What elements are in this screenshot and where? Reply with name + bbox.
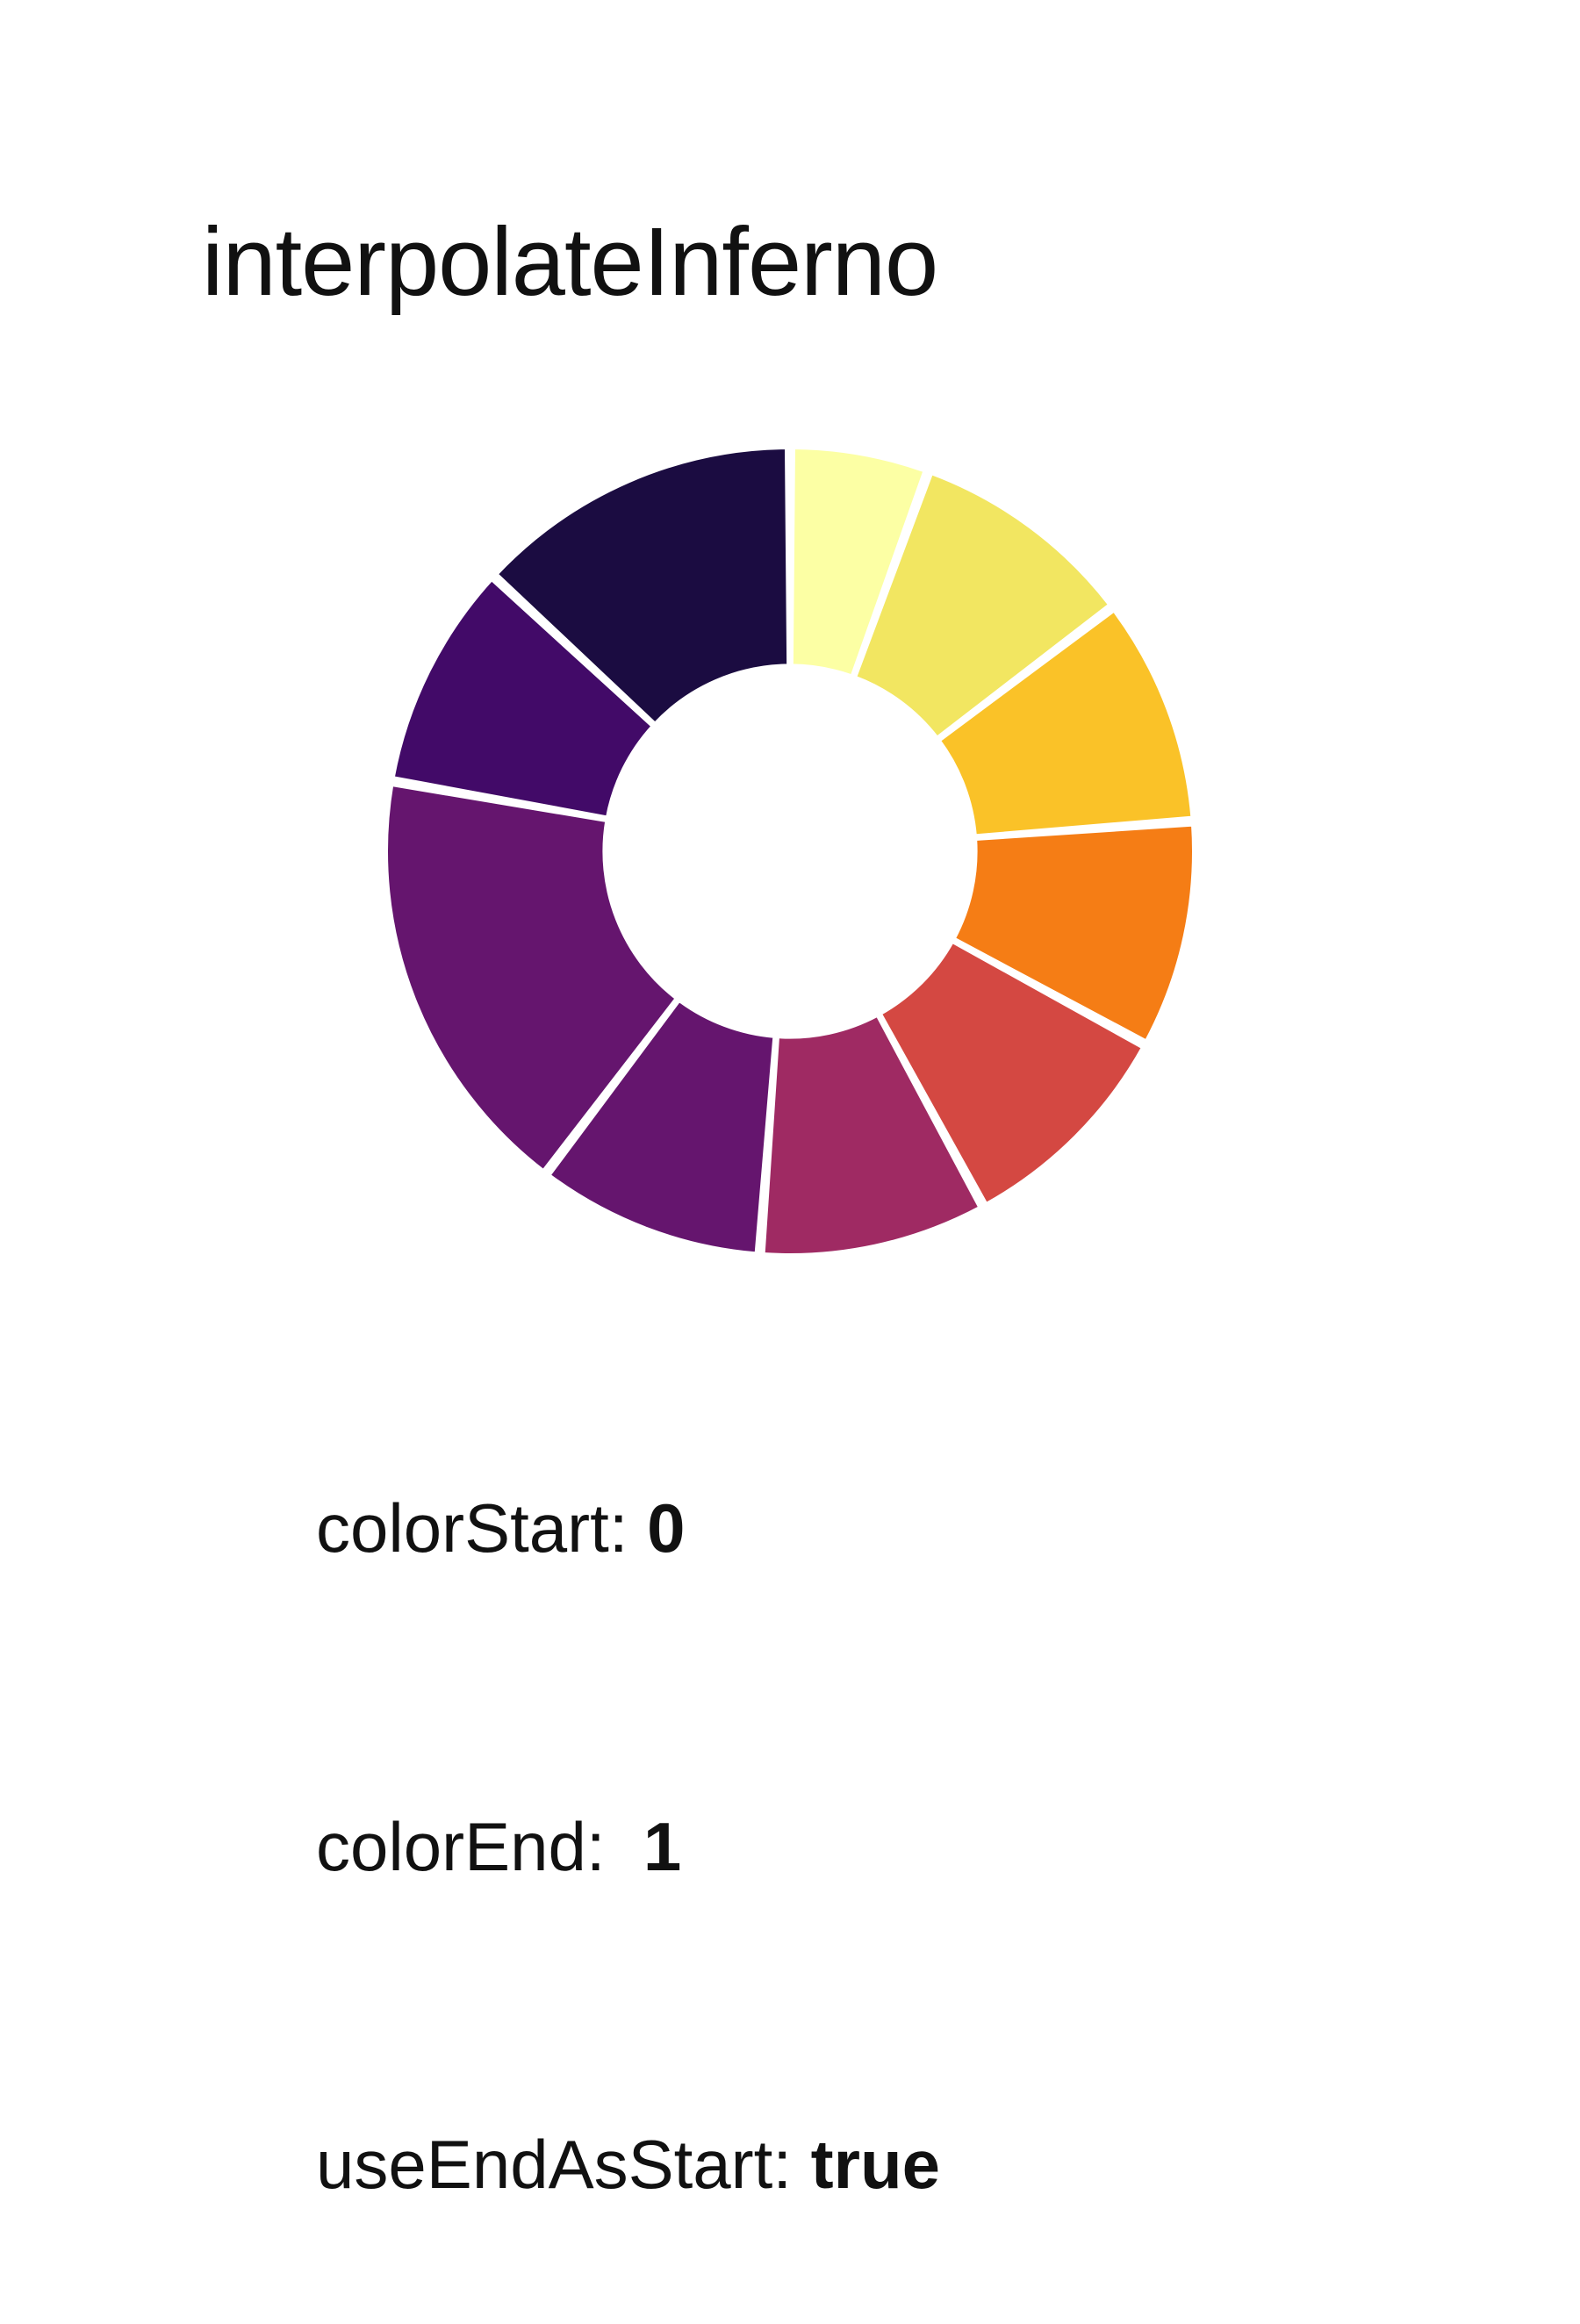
param-value: true xyxy=(811,2126,940,2203)
param-label: colorEnd: xyxy=(316,1808,643,1885)
param-label: colorStart: xyxy=(316,1489,647,1567)
param-label: useEndAsStart: xyxy=(316,2126,811,2203)
donut-chart xyxy=(377,439,1203,1264)
chart-title: interpolateInferno xyxy=(202,206,937,318)
param-value: 1 xyxy=(643,1808,681,1885)
chart-params: colorStart: 0 colorEnd: 1 useEndAsStart:… xyxy=(202,1369,940,2324)
param-value: 0 xyxy=(647,1489,685,1567)
